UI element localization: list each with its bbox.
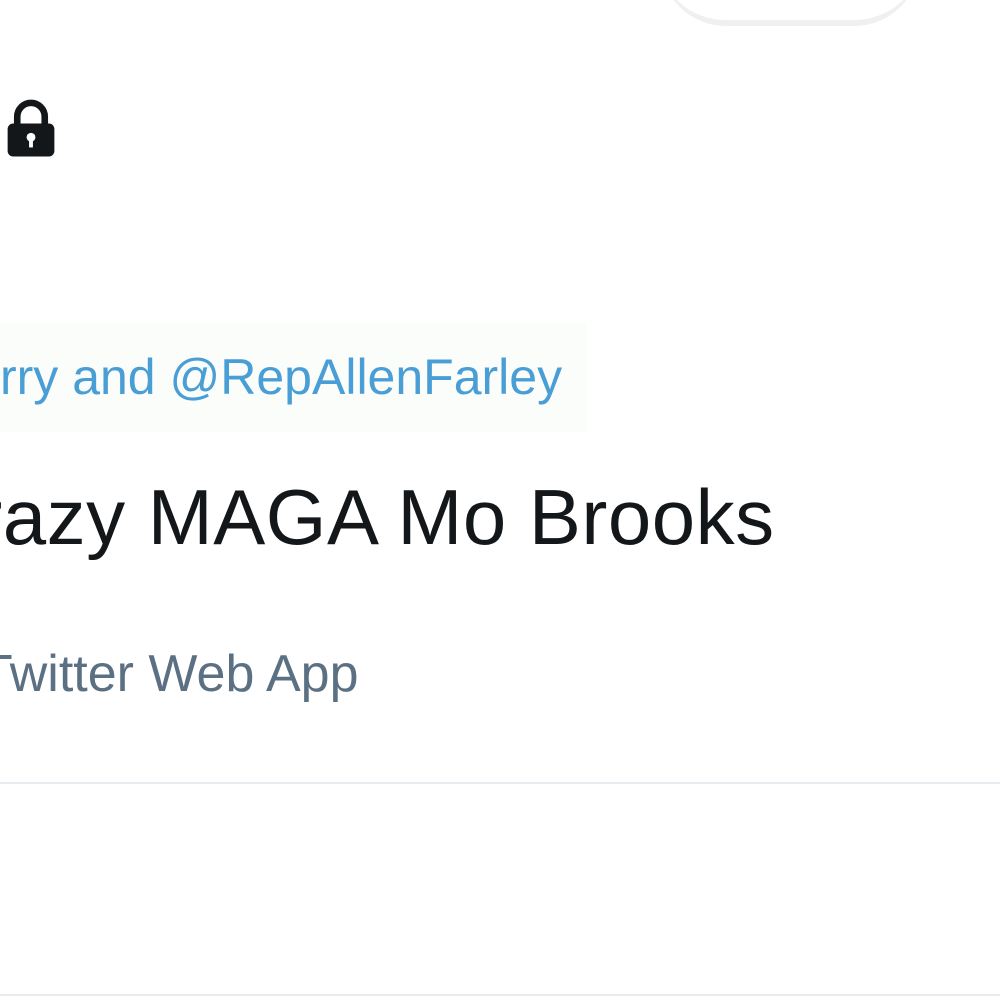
divider	[0, 782, 1000, 784]
tweet-source[interactable]: · Twitter Web App	[0, 648, 358, 700]
divider	[0, 994, 1000, 996]
replying-to: rry and @RepAllenFarley	[0, 322, 587, 432]
reply-mentions-link[interactable]: rry and @RepAllenFarley	[0, 352, 562, 402]
avatar-edge	[660, 0, 920, 26]
lock-icon	[0, 96, 64, 162]
tweet-text: can Crazy MAGA Mo Brooks	[0, 473, 775, 561]
author-row: y	[0, 92, 64, 172]
tweet-detail: y rry and @RepAllenFarley can Crazy MAGA…	[0, 0, 1000, 1000]
